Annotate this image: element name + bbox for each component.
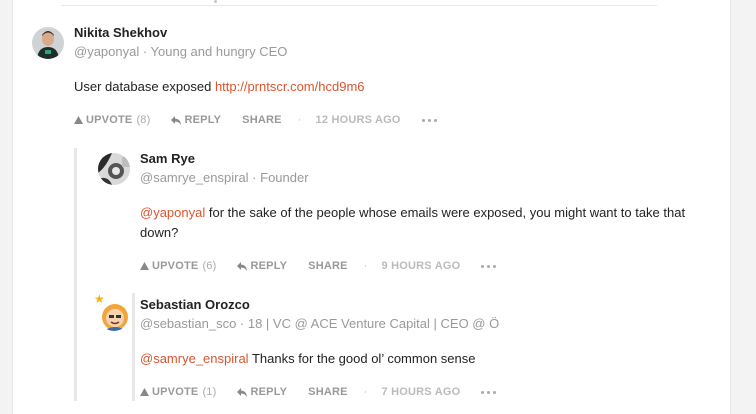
upvote-button[interactable]: UPVOTE (8)	[74, 114, 150, 126]
more-options-icon[interactable]	[421, 118, 437, 122]
comment-text: for the sake of the people whose emails …	[140, 205, 686, 240]
timestamp[interactable]: 7 HOURS AGO	[382, 386, 461, 398]
reply-arrow-icon	[237, 261, 248, 271]
comment-link[interactable]: http://prntscr.com/hcd9m6	[215, 79, 365, 94]
comment-actions: UPVOTE (1) REPLY SHARE · 7 HOURS AGO	[140, 386, 497, 398]
comment-body: @samrye_enspiral Thanks for the good ol’…	[140, 349, 700, 369]
bw-photo-avatar-icon	[98, 153, 130, 185]
upvote-triangle-icon	[74, 116, 83, 124]
upvote-label: UPVOTE	[86, 114, 133, 126]
comment-actions: UPVOTE (6) REPLY SHARE · 9 HOURS AGO	[140, 260, 497, 272]
reply-label: REPLY	[250, 260, 288, 272]
reply-label: REPLY	[250, 386, 288, 398]
comment-author-name[interactable]: Nikita Shekhov	[74, 25, 167, 40]
reply-button[interactable]: REPLY	[171, 114, 221, 126]
more-options-icon[interactable]	[481, 390, 497, 394]
reply-button[interactable]: REPLY	[237, 260, 287, 272]
share-button[interactable]: SHARE	[242, 114, 282, 126]
comment-body: @yaponyal for the sake of the people who…	[140, 203, 700, 243]
reply-button[interactable]: REPLY	[237, 386, 287, 398]
divider-dot	[214, 0, 217, 3]
upvote-label: UPVOTE	[152, 260, 199, 272]
upvote-button[interactable]: UPVOTE (1)	[140, 386, 216, 398]
star-badge-icon: ★	[94, 292, 105, 306]
comment-mention[interactable]: @yaponyal	[140, 205, 205, 220]
avatar[interactable]	[32, 27, 64, 59]
comment-author-handle[interactable]: @samrye_enspiral · Founder	[140, 170, 309, 185]
separator-dot: ·	[363, 386, 368, 398]
upvote-count: (1)	[202, 386, 217, 398]
comment-author-handle[interactable]: @sebastian_sco · 18 | VC @ ACE Venture C…	[140, 316, 499, 331]
comment-text: Thanks for the good ol’ common sense	[248, 351, 476, 366]
separator-dot: ·	[297, 114, 302, 126]
person-avatar-icon	[32, 27, 64, 59]
comment-author-name[interactable]: Sam Rye	[140, 151, 195, 166]
reply-arrow-icon	[171, 115, 182, 125]
upvote-button[interactable]: UPVOTE (6)	[140, 260, 216, 272]
reply-label: REPLY	[184, 114, 222, 126]
upvote-triangle-icon	[140, 388, 149, 396]
share-label: SHARE	[242, 114, 282, 126]
comment-text: User database exposed	[74, 79, 215, 94]
timestamp[interactable]: 9 HOURS AGO	[382, 260, 461, 272]
thread-line	[132, 293, 135, 401]
upvote-triangle-icon	[140, 262, 149, 270]
separator-dot: ·	[363, 260, 368, 272]
reply-arrow-icon	[237, 387, 248, 397]
share-button[interactable]: SHARE	[308, 260, 348, 272]
upvote-count: (6)	[202, 260, 217, 272]
comment-body: User database exposed http://prntscr.com…	[74, 77, 694, 97]
more-options-icon[interactable]	[481, 264, 497, 268]
comment-author-name[interactable]: Sebastian Orozco	[140, 297, 250, 312]
upvote-count: (8)	[136, 114, 151, 126]
avatar[interactable]	[98, 153, 130, 185]
timestamp[interactable]: 12 HOURS AGO	[316, 114, 401, 126]
share-label: SHARE	[308, 386, 348, 398]
comment-mention[interactable]: @samrye_enspiral	[140, 351, 249, 366]
comment-author-handle[interactable]: @yaponyal · Young and hungry CEO	[74, 44, 287, 59]
share-button[interactable]: SHARE	[308, 386, 348, 398]
divider	[61, 5, 657, 6]
share-label: SHARE	[308, 260, 348, 272]
comment-actions: UPVOTE (8) REPLY SHARE · 12 HOURS AGO	[74, 114, 437, 126]
thread-line	[74, 148, 77, 401]
upvote-label: UPVOTE	[152, 386, 199, 398]
